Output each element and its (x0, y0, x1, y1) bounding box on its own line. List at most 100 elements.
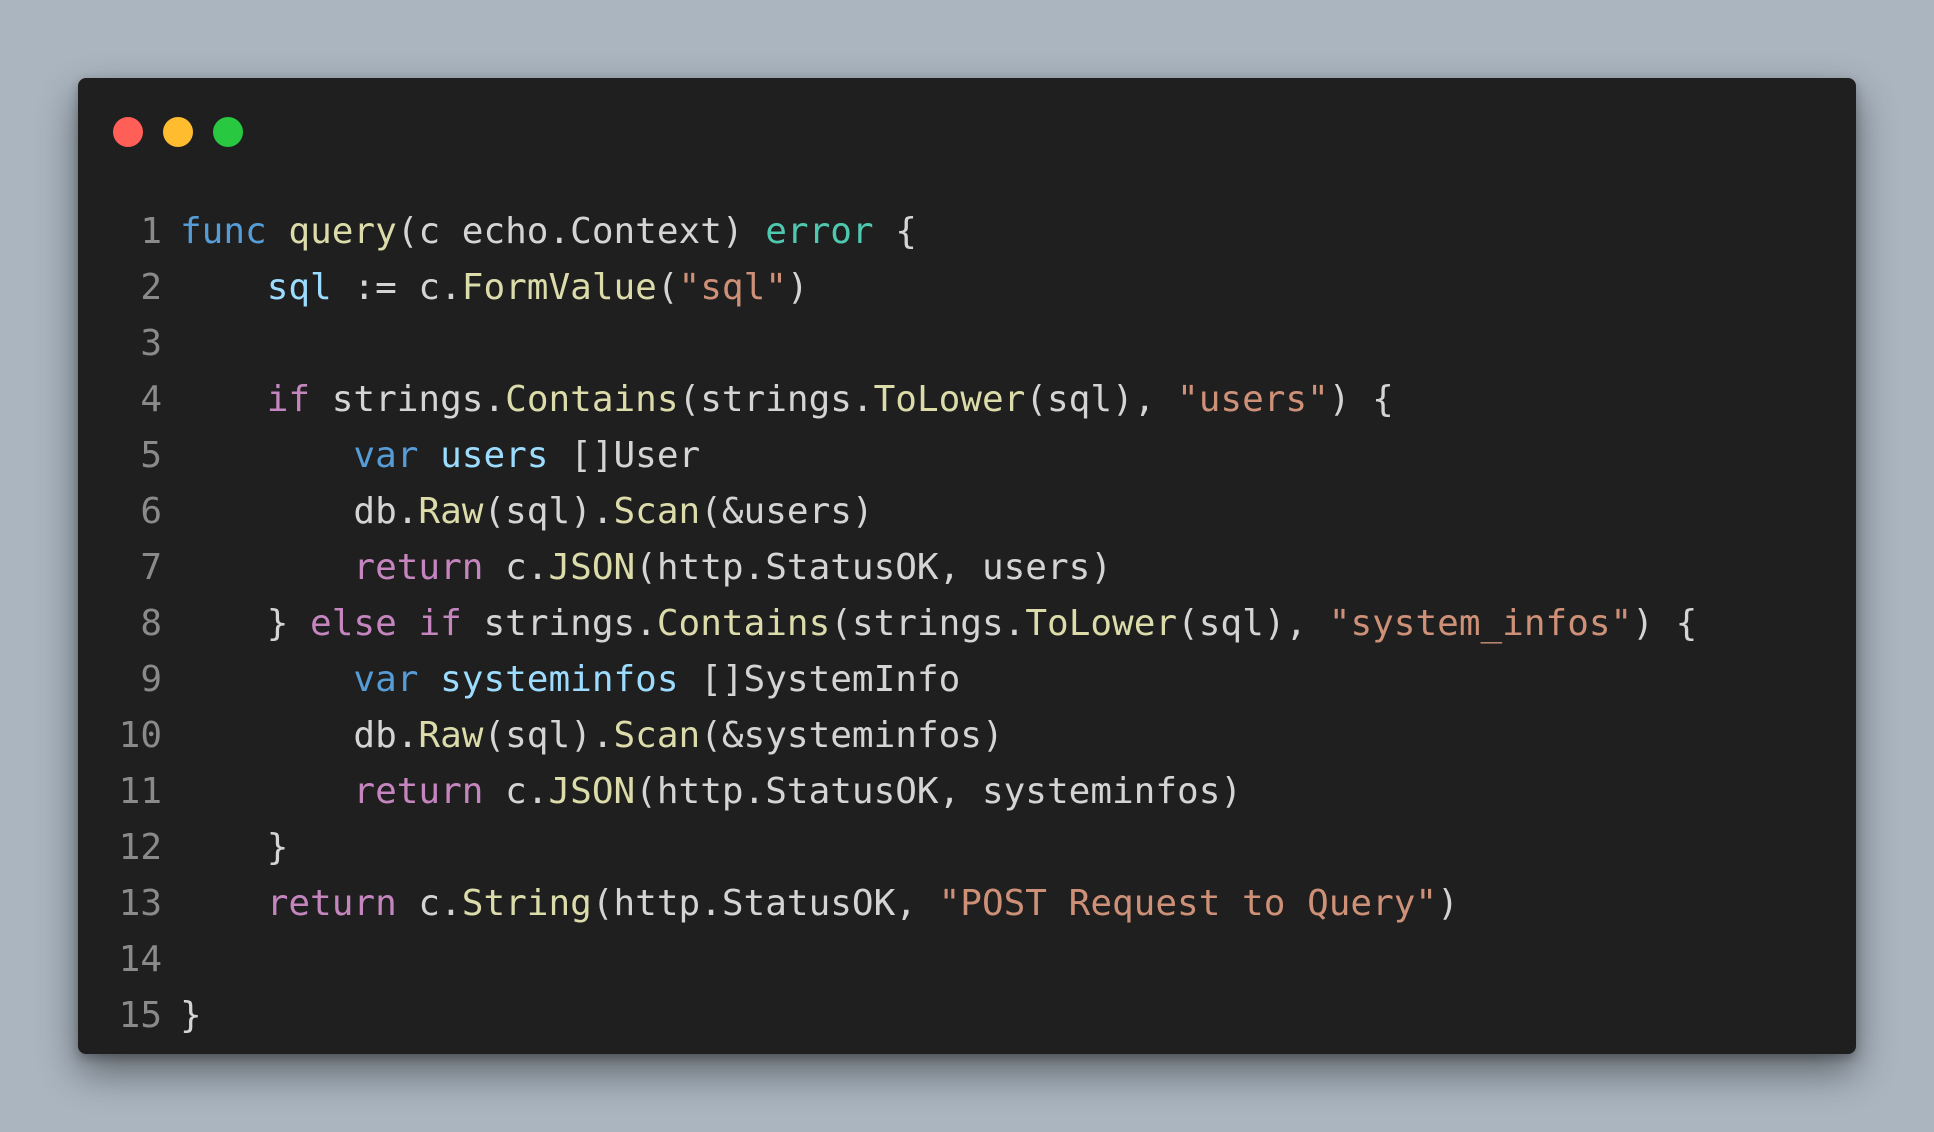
code-token: (&users) (700, 491, 874, 532)
code-token: strings. (461, 603, 657, 644)
code-token: else (310, 603, 397, 644)
code-token: func (180, 211, 267, 252)
code-token: Scan (613, 715, 701, 756)
maximize-dot-icon[interactable] (213, 117, 243, 147)
code-token: } (180, 827, 289, 868)
code-token: (&systeminfos) (700, 715, 1004, 756)
code-line: 2 sql := c.FormValue("sql") (78, 260, 1856, 316)
code-token: (http.StatusOK, systeminfos) (635, 771, 1243, 812)
code-token: FormValue (461, 267, 657, 308)
line-number: 11 (118, 771, 162, 812)
code-token: JSON (548, 547, 636, 588)
code-token: error (765, 211, 874, 252)
line-source: return c.JSON(http.StatusOK, users) (180, 540, 1112, 596)
line-source: if strings.Contains(strings.ToLower(sql)… (180, 372, 1394, 428)
code-token: (strings. (830, 603, 1026, 644)
code-token: systeminfos (440, 659, 679, 700)
code-token: c. (396, 883, 462, 924)
code-token: "sql" (678, 267, 787, 308)
code-token: c. (483, 547, 549, 588)
window-titlebar (78, 78, 1856, 188)
code-token: []SystemInfo (678, 659, 961, 700)
line-source: db.Raw(sql).Scan(&users) (180, 484, 874, 540)
line-source: func query(c echo.Context) error { (180, 204, 917, 260)
line-number: 9 (140, 659, 162, 700)
code-token: sql (266, 267, 332, 308)
line-number: 12 (118, 827, 162, 868)
code-token: []User (548, 435, 701, 476)
code-token: (sql), (1025, 379, 1178, 420)
code-block: 1 func query(c echo.Context) error {2 sql… (78, 204, 1856, 1044)
code-token: ( (656, 267, 679, 308)
code-line: 11 return c.JSON(http.StatusOK, systemin… (78, 764, 1856, 820)
code-token: Contains (505, 379, 679, 420)
line-number: 14 (118, 939, 162, 980)
code-token: ) { (1328, 379, 1394, 420)
code-token: if (266, 379, 311, 420)
code-token: return (266, 883, 397, 924)
code-token: String (461, 883, 592, 924)
line-number: 7 (140, 547, 162, 588)
line-number: 8 (140, 603, 162, 644)
code-token: var (353, 435, 419, 476)
line-source: db.Raw(sql).Scan(&systeminfos) (180, 708, 1004, 764)
code-token: "users" (1177, 379, 1329, 420)
line-source: } else if strings.Contains(strings.ToLow… (180, 596, 1698, 652)
line-number: 2 (140, 267, 162, 308)
code-token: return (353, 771, 484, 812)
code-token: Contains (656, 603, 831, 644)
code-token: } (180, 603, 311, 644)
code-token: := c. (331, 267, 462, 308)
line-number: 13 (118, 883, 162, 924)
code-token: (http.StatusOK, users) (635, 547, 1112, 588)
line-source: var users []User (180, 428, 700, 484)
code-token: } (180, 995, 202, 1036)
code-token: (sql), (1177, 603, 1329, 644)
code-line: 4 if strings.Contains(strings.ToLower(sq… (78, 372, 1856, 428)
line-source: } (180, 820, 289, 876)
code-token: (c echo.Context) (396, 211, 766, 252)
line-number: 15 (118, 995, 162, 1036)
line-source: return c.JSON(http.StatusOK, systeminfos… (180, 764, 1242, 820)
close-dot-icon[interactable] (113, 117, 143, 147)
code-token: ) { (1632, 603, 1698, 644)
minimize-dot-icon[interactable] (163, 117, 193, 147)
code-line: 13 return c.String(http.StatusOK, "POST … (78, 876, 1856, 932)
code-token: var (353, 659, 419, 700)
line-number: 4 (140, 379, 162, 420)
code-token: users (440, 435, 549, 476)
code-token: "POST Request to Query" (938, 883, 1438, 924)
code-token: ) (1437, 883, 1459, 924)
code-token: ToLower (873, 379, 1026, 420)
line-number: 3 (140, 323, 162, 364)
code-line: 12 } (78, 820, 1856, 876)
code-token: (strings. (678, 379, 874, 420)
code-line: 5 var users []User (78, 428, 1856, 484)
line-number: 6 (140, 491, 162, 532)
line-source: sql := c.FormValue("sql") (180, 260, 809, 316)
code-token: db. (180, 491, 419, 532)
line-number: 10 (118, 715, 162, 756)
code-line: 3 (78, 316, 1856, 372)
code-token: Raw (418, 715, 484, 756)
code-line: 15} (78, 988, 1856, 1044)
line-source: var systeminfos []SystemInfo (180, 652, 960, 708)
code-token: Raw (418, 491, 484, 532)
code-token: ToLower (1025, 603, 1178, 644)
code-window: 1 func query(c echo.Context) error {2 sql… (78, 78, 1856, 1054)
code-line: 7 return c.JSON(http.StatusOK, users) (78, 540, 1856, 596)
line-source: return c.String(http.StatusOK, "POST Req… (180, 876, 1459, 932)
code-token: (sql). (483, 491, 614, 532)
code-token: db. (180, 715, 419, 756)
code-line: 9 var systeminfos []SystemInfo (78, 652, 1856, 708)
code-line: 8 } else if strings.Contains(strings.ToL… (78, 596, 1856, 652)
line-source: } (180, 988, 202, 1044)
code-token: { (873, 211, 917, 252)
code-token: "system_infos" (1328, 603, 1633, 644)
